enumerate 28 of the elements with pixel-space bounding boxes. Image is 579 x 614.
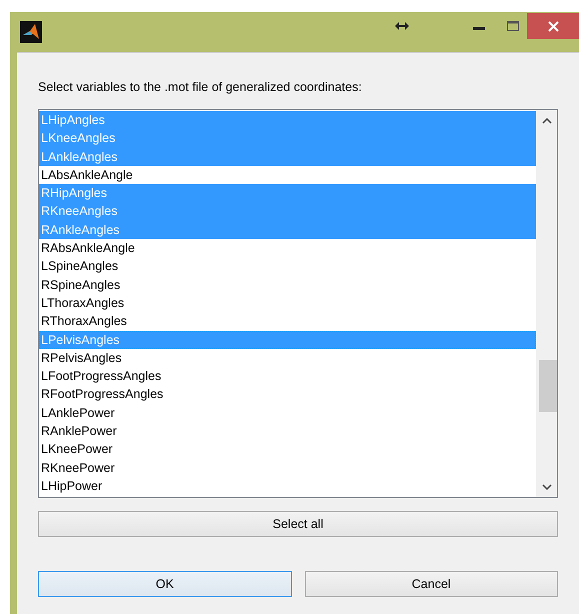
resize-arrow-icon [395, 22, 409, 30]
close-button[interactable] [527, 13, 579, 39]
list-item[interactable]: LThoraxAngles [39, 294, 536, 312]
list-item[interactable]: RAbsAnkleAngle [39, 239, 536, 258]
scroll-up-icon[interactable] [542, 118, 552, 124]
variables-listbox[interactable] [38, 109, 558, 498]
list-item[interactable]: RAnklePower [39, 422, 536, 440]
close-icon [548, 20, 558, 32]
select-all-button[interactable]: Select all [38, 511, 558, 537]
list-item[interactable]: RSpineAngles [39, 276, 536, 294]
list-item[interactable]: LSpineAngles [39, 257, 536, 276]
maximize-icon[interactable] [507, 21, 519, 31]
scrollbar[interactable] [536, 110, 557, 497]
scrollbar-thumb[interactable] [539, 360, 557, 412]
list-item[interactable]: RThoraxAngles [39, 312, 536, 331]
list-item[interactable]: RFootProgressAngles [39, 385, 536, 404]
app-logo-icon [20, 21, 42, 43]
list-item[interactable]: LKneePower [39, 440, 536, 459]
list-item[interactable]: LFootProgressAngles [39, 367, 536, 386]
dialog-button[interactable]: Cancel [304, 571, 558, 597]
prompt-text: Select variables to the .mot file of generalized coordinates: [38, 79, 363, 96]
dialog-button[interactable]: OK [38, 571, 292, 597]
list-item[interactable]: LAnklePower [39, 404, 536, 422]
scroll-down-icon[interactable] [542, 484, 552, 490]
list-item[interactable]: LAbsAnkleAngle [39, 166, 536, 184]
list-item[interactable]: RPelvisAngles [39, 348, 536, 368]
list-item[interactable]: LHipPower [39, 476, 536, 496]
list-item[interactable]: RKneePower [39, 458, 536, 477]
